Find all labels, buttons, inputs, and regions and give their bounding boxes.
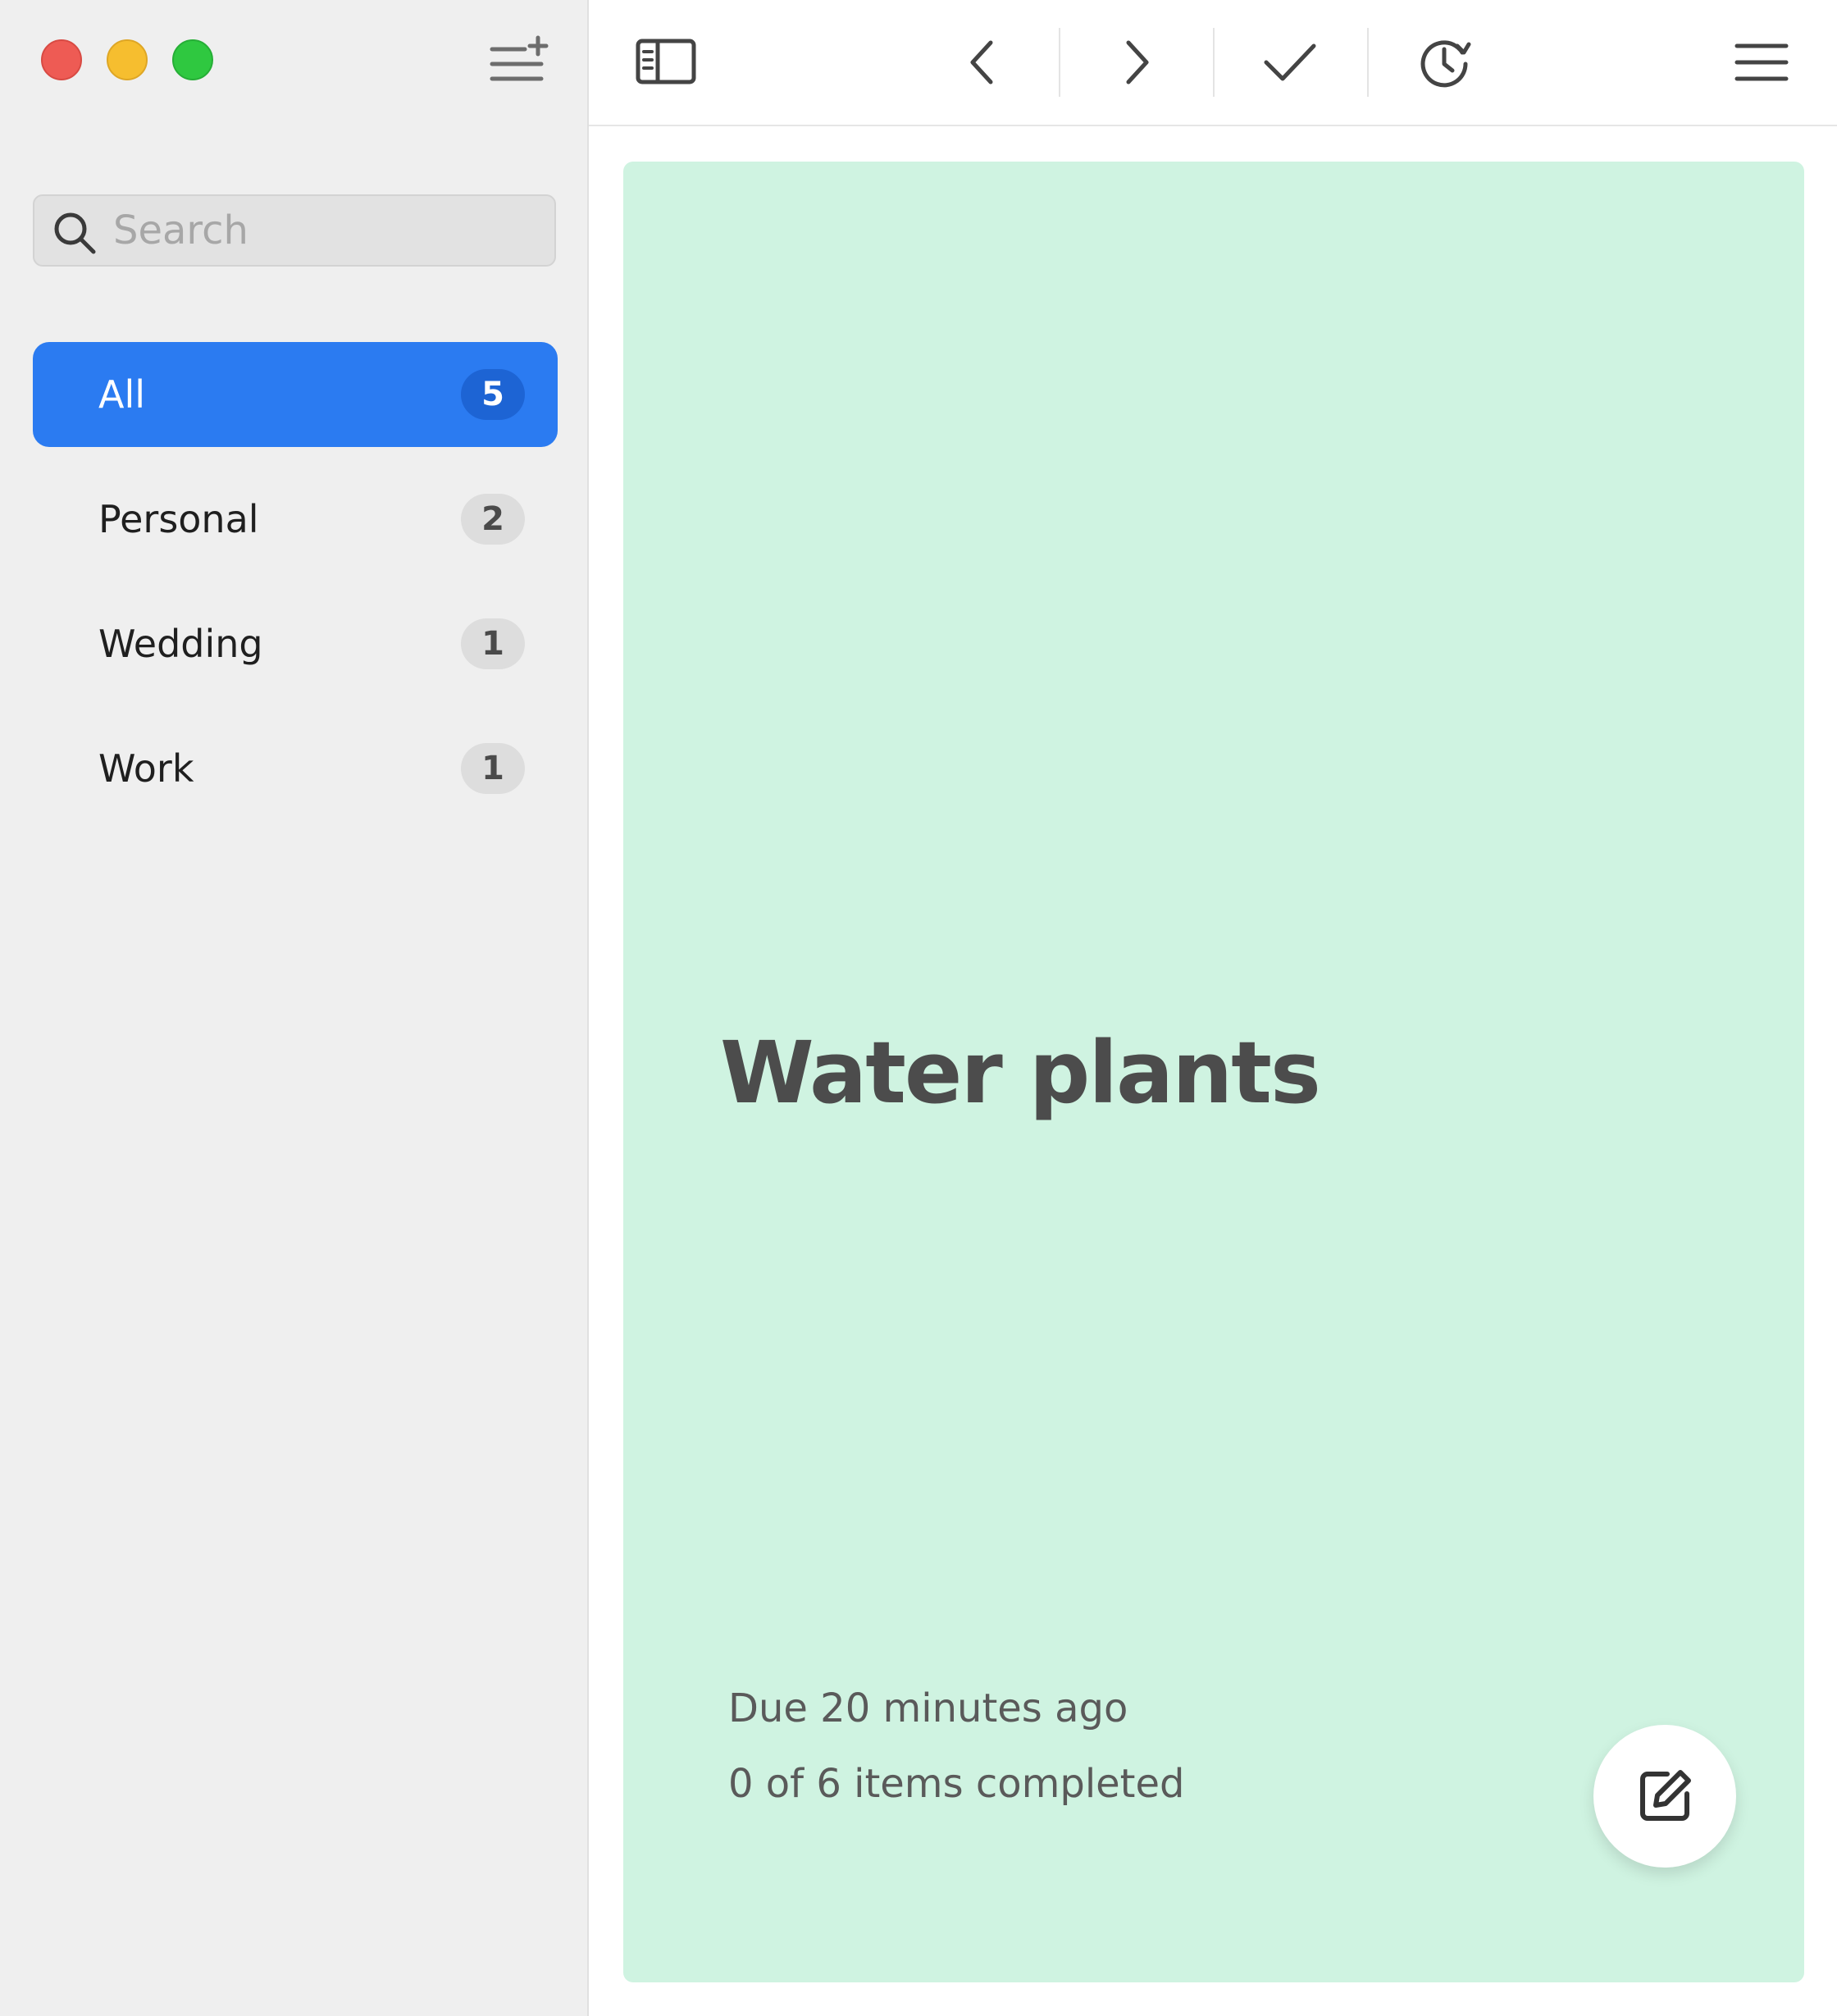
- sidebar-toggle-icon[interactable]: [633, 30, 699, 95]
- sidebar-item-personal[interactable]: Personal 2: [33, 467, 558, 572]
- search-field[interactable]: [33, 194, 556, 267]
- search-icon: [54, 212, 96, 254]
- hamburger-menu-icon[interactable]: [1729, 30, 1794, 95]
- count-badge: 2: [461, 494, 525, 545]
- checkmark-icon[interactable]: [1256, 30, 1322, 95]
- chevron-left-icon[interactable]: [950, 30, 1015, 95]
- sidebar: All 5 Personal 2 Wedding 1 Work 1: [0, 0, 589, 2016]
- progress-text: 0 of 6 items completed: [728, 1761, 1185, 1807]
- sidebar-item-all[interactable]: All 5: [33, 342, 558, 447]
- sidebar-item-work[interactable]: Work 1: [33, 716, 558, 821]
- toolbar-divider: [1367, 28, 1369, 97]
- sidebar-item-wedding[interactable]: Wedding 1: [33, 591, 558, 696]
- toolbar-divider: [1213, 28, 1215, 97]
- count-badge: 1: [461, 743, 525, 794]
- task-card[interactable]: Water plants Due 20 minutes ago 0 of 6 i…: [623, 162, 1804, 1982]
- close-window-button[interactable]: [41, 39, 82, 80]
- lists-nav: All 5 Personal 2 Wedding 1 Work 1: [33, 342, 558, 841]
- count-badge: 5: [461, 369, 525, 420]
- sidebar-item-label: Personal: [98, 497, 259, 541]
- sidebar-item-label: Work: [98, 746, 194, 791]
- edit-button[interactable]: [1593, 1725, 1736, 1868]
- chevron-right-icon[interactable]: [1104, 30, 1169, 95]
- minimize-window-button[interactable]: [107, 39, 148, 80]
- toolbar: [589, 0, 1837, 126]
- edit-icon: [1640, 1770, 1691, 1821]
- task-title: Water plants: [720, 1023, 1321, 1123]
- due-text: Due 20 minutes ago: [728, 1685, 1128, 1731]
- sidebar-item-label: All: [98, 372, 146, 417]
- toolbar-divider: [1059, 28, 1060, 97]
- search-input[interactable]: [113, 196, 540, 265]
- snooze-clock-icon[interactable]: [1411, 30, 1477, 95]
- zoom-window-button[interactable]: [172, 39, 213, 80]
- sidebar-item-label: Wedding: [98, 622, 263, 666]
- count-badge: 1: [461, 618, 525, 669]
- app-window: All 5 Personal 2 Wedding 1 Work 1: [0, 0, 1837, 2016]
- list-add-icon[interactable]: [487, 33, 549, 90]
